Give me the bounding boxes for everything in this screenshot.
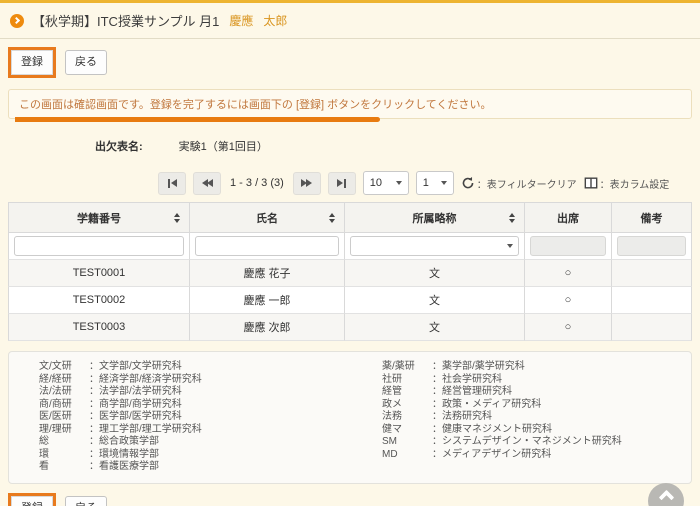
register-button-bottom[interactable]: 登録 <box>11 496 53 506</box>
register-highlight-box: 登録 <box>8 47 56 78</box>
filter-clear-label: ：表フィルタークリア <box>477 176 577 191</box>
table-body: TEST0001 慶應 花子 文 ○ TEST0002 慶應 一郎 文 ○ TE… <box>8 260 692 341</box>
cell-name: 慶應 一郎 <box>190 287 345 314</box>
attendance-sheet-value: 実験1（第1回目） <box>179 138 268 154</box>
previous-page-button[interactable] <box>193 172 221 195</box>
chevron-down-icon <box>396 181 402 185</box>
notice-area: この画面は確認画面です。登録を完了するには画面下の [登録] ボタンをクリックし… <box>8 89 692 119</box>
legend-item: 理/理研 ：理工学部/理工学研究科 <box>39 424 360 437</box>
table-header-row: 学籍番号 氏名 所属略称 出席 備考 <box>8 203 692 233</box>
notice-underline-annotation <box>15 117 380 122</box>
cell-department: 文 <box>345 260 525 287</box>
attendance-sheet-label: 出欠表名: <box>95 138 143 154</box>
bottom-toolbar: 登録 戻る <box>0 484 700 506</box>
legend-right-column: 薬/薬研 ：薬学部/薬学研究科 社研 ：社会学研究科 経管 ：経営管理研究科 政… <box>360 361 681 474</box>
cell-attendance: ○ <box>525 287 612 314</box>
table-row: TEST0001 慶應 花子 文 ○ <box>8 260 692 287</box>
legend-item: MD ：メディアデザイン研究科 <box>382 449 681 462</box>
legend-item: 法/法研 ：法学部/法学研究科 <box>39 386 360 399</box>
student-id-filter-input[interactable] <box>14 236 184 256</box>
register-highlight-box: 登録 <box>8 493 56 506</box>
legend-item: 総 ：総合政策学部 <box>39 436 360 449</box>
legend-item: 文/文研 ：文学部/文学研究科 <box>39 361 360 374</box>
legend-item: 商/商研 ：商学部/商学研究科 <box>39 399 360 412</box>
legend-item: 社研 ：社会学研究科 <box>382 374 681 387</box>
legend-item: 薬/薬研 ：薬学部/薬学研究科 <box>382 361 681 374</box>
table-row: TEST0002 慶應 一郎 文 ○ <box>8 287 692 314</box>
legend-item: 医/医研 ：医学部/医学研究科 <box>39 411 360 424</box>
cell-department: 文 <box>345 287 525 314</box>
user-firstname-link[interactable]: 太郎 <box>263 12 287 29</box>
cell-note <box>612 314 692 341</box>
legend-item: 政メ ：政策・メディア研究科 <box>382 399 681 412</box>
page-size-select[interactable]: 10 <box>363 171 409 195</box>
department-filter-select[interactable] <box>350 236 519 256</box>
table-row: TEST0003 慶應 次郎 文 ○ <box>8 314 692 341</box>
cell-attendance: ○ <box>525 260 612 287</box>
cell-department: 文 <box>345 314 525 341</box>
sort-icon[interactable] <box>174 213 180 223</box>
header-student-id[interactable]: 学籍番号 <box>8 203 190 233</box>
cell-note <box>612 287 692 314</box>
last-page-button[interactable] <box>328 172 356 195</box>
header-department[interactable]: 所属略称 <box>345 203 525 233</box>
note-filter-input <box>617 236 686 256</box>
page-number-value: 1 <box>423 177 429 189</box>
back-button-bottom[interactable]: 戻る <box>65 496 107 506</box>
legend-item: 法務 ：法務研究科 <box>382 411 681 424</box>
back-button-top[interactable]: 戻る <box>65 50 107 75</box>
cell-attendance: ○ <box>525 314 612 341</box>
chevron-down-icon <box>441 181 447 185</box>
legend-item: 環 ：環境情報学部 <box>39 449 360 462</box>
register-button-top[interactable]: 登録 <box>11 50 53 75</box>
filter-clear-refresh-icon[interactable] <box>461 176 475 190</box>
first-page-button[interactable] <box>158 172 186 195</box>
cell-name: 慶應 花子 <box>190 260 345 287</box>
next-page-button[interactable] <box>293 172 321 195</box>
confirmation-notice: この画面は確認画面です。登録を完了するには画面下の [登録] ボタンをクリックし… <box>8 89 692 119</box>
header-note: 備考 <box>612 203 692 233</box>
cell-student-id: TEST0002 <box>8 287 190 314</box>
user-lastname-link[interactable]: 慶應 <box>229 12 253 29</box>
legend-item: SM ：システムデザイン・マネジメント研究科 <box>382 436 681 449</box>
header-attendance: 出席 <box>525 203 612 233</box>
column-settings-label: ：表カラム設定 <box>600 176 670 191</box>
attendance-table: 学籍番号 氏名 所属略称 出席 備考 TEST0001 慶應 花子 <box>8 202 692 341</box>
chevron-down-icon <box>507 244 513 248</box>
cell-student-id: TEST0001 <box>8 260 190 287</box>
legend-item: 看 ：看護医療学部 <box>39 461 360 474</box>
page-number-select[interactable]: 1 <box>416 171 454 195</box>
chevron-up-icon <box>658 490 674 506</box>
page-title: 【秋学期】ITC授業サンプル 月1 <box>32 11 219 30</box>
legend-item: 経/経研 ：経済学部/経済学研究科 <box>39 374 360 387</box>
cell-note <box>612 260 692 287</box>
attendance-filter-input <box>530 236 606 256</box>
breadcrumb-arrow-icon <box>10 14 24 28</box>
pagination-range-text: 1 - 3 / 3 (3) <box>230 177 284 189</box>
name-filter-input[interactable] <box>195 236 339 256</box>
header-name[interactable]: 氏名 <box>190 203 345 233</box>
table-filter-row <box>8 233 692 260</box>
legend-left-column: 文/文研 ：文学部/文学研究科 経/経研 ：経済学部/経済学研究科 法/法研 ：… <box>39 361 360 474</box>
top-toolbar: 登録 戻る <box>0 39 700 82</box>
attendance-sheet-row: 出欠表名: 実験1（第1回目） <box>95 138 700 154</box>
pagination-bar: 1 - 3 / 3 (3) 10 1 ：表フィルタークリア ：表カラム設定 <box>158 171 700 195</box>
faculty-abbreviation-legend: 文/文研 ：文学部/文学研究科 経/経研 ：経済学部/経済学研究科 法/法研 ：… <box>8 351 692 484</box>
page-header: 【秋学期】ITC授業サンプル 月1 慶應 太郎 <box>0 3 700 39</box>
page-size-value: 10 <box>370 177 382 189</box>
sort-icon[interactable] <box>509 213 515 223</box>
cell-name: 慶應 次郎 <box>190 314 345 341</box>
sort-icon[interactable] <box>329 213 335 223</box>
legend-item: 健マ ：健康マネジメント研究科 <box>382 424 681 437</box>
legend-item: 経管 ：経営管理研究科 <box>382 386 681 399</box>
column-settings-icon[interactable] <box>584 176 598 190</box>
cell-student-id: TEST0003 <box>8 314 190 341</box>
